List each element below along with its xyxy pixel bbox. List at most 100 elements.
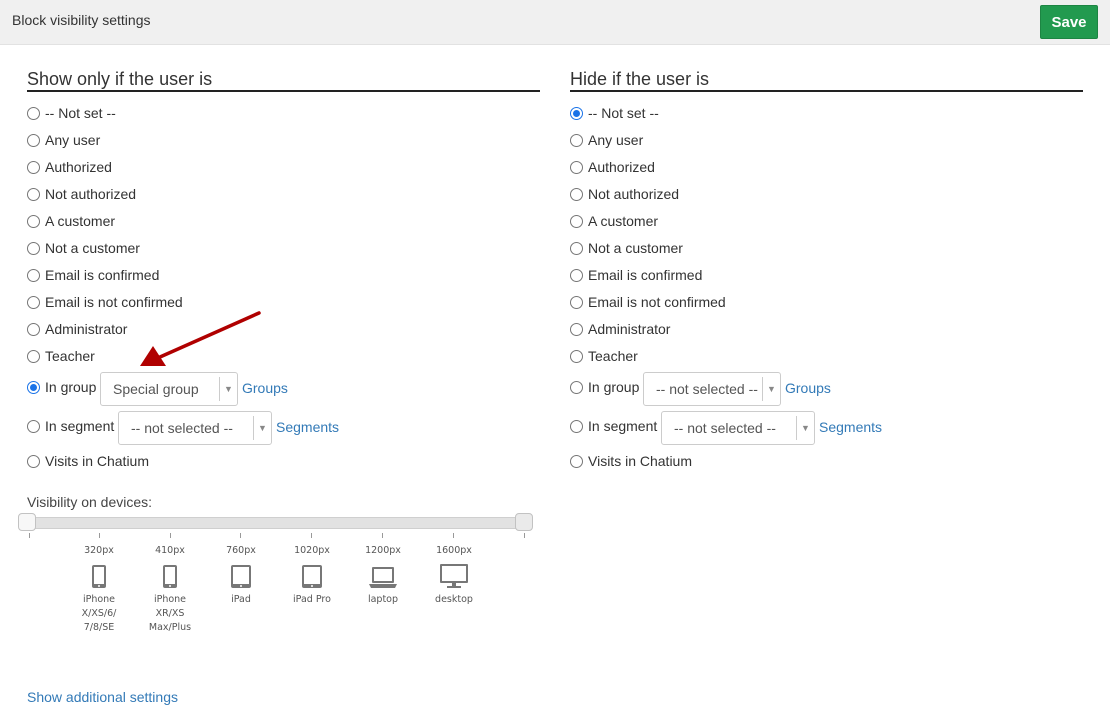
hide-radio-email-is-not-confirmed[interactable] — [570, 295, 583, 309]
device-name-line: iPad — [231, 594, 251, 605]
show-radio-not-a-customer[interactable] — [27, 241, 40, 255]
device-iphone-xr-xs-max-plus: 410px iPhone XR/XS Max/Plus — [135, 545, 205, 635]
hide-radio-in-segment[interactable] — [570, 419, 583, 433]
hide-in-segment-select[interactable]: -- not selected -- ▼ — [661, 411, 815, 445]
hide-radio-any-user[interactable] — [570, 133, 583, 147]
show-radio-email-is-confirmed[interactable] — [27, 268, 40, 282]
hide-option-label: Teacher — [588, 348, 638, 364]
hide-option-in-group[interactable]: In group — [570, 377, 639, 397]
show-option-email-is-confirmed[interactable]: Email is confirmed — [27, 265, 159, 285]
show-radio-a-customer[interactable] — [27, 214, 40, 228]
devices-slider-handle-min[interactable] — [18, 513, 36, 531]
device-name-line: iPhone — [153, 594, 187, 605]
hide-option-email-is-confirmed[interactable]: Email is confirmed — [570, 265, 702, 285]
devices-label: Visibility on devices: — [27, 494, 153, 510]
hide-option-label: Email is not confirmed — [588, 294, 726, 310]
show-option-label: A customer — [45, 213, 116, 229]
hide-in-segment-selected-value: -- not selected -- — [674, 420, 776, 436]
save-button[interactable]: Save — [1040, 5, 1098, 39]
device-iphone-x-xs-6-7-8-se: 320px iPhone X/XS/6/7/8/SE — [64, 545, 134, 635]
show-radio-administrator[interactable] — [27, 322, 40, 336]
slider-tick — [382, 533, 383, 538]
hide-option-email-is-not-confirmed[interactable]: Email is not confirmed — [570, 292, 726, 312]
desktop-icon — [419, 559, 489, 589]
show-radio-not-set[interactable] — [27, 106, 40, 120]
hide-radio-visits-in-chatium[interactable] — [570, 454, 583, 468]
show-option-label: -- Not set -- — [45, 105, 116, 121]
show-option-label: Not a customer — [45, 240, 140, 256]
show-option-in-segment[interactable]: In segment — [27, 416, 114, 436]
show-radio-in-group[interactable] — [27, 380, 40, 394]
hide-option-authorized[interactable]: Authorized — [570, 157, 655, 177]
hide-radio-a-customer[interactable] — [570, 214, 583, 228]
hide-option-not-authorized[interactable]: Not authorized — [570, 184, 679, 204]
show-option-label: Administrator — [45, 321, 128, 337]
show-radio-authorized[interactable] — [27, 160, 40, 174]
show-option-email-is-not-confirmed[interactable]: Email is not confirmed — [27, 292, 183, 312]
slider-tick — [524, 533, 525, 538]
tablet-icon — [206, 559, 276, 589]
show-radio-email-is-not-confirmed[interactable] — [27, 295, 40, 309]
hide-title: Hide if the user is — [570, 69, 1083, 92]
hide-in-group-select[interactable]: -- not selected -- ▼ — [643, 372, 781, 406]
show-option-teacher[interactable]: Teacher — [27, 346, 95, 366]
hide-radio-administrator[interactable] — [570, 322, 583, 336]
show-option-any-user[interactable]: Any user — [27, 130, 100, 150]
devices-slider-handle-max[interactable] — [515, 513, 533, 531]
show-option-in-group[interactable]: In group — [27, 377, 96, 397]
hide-radio-in-group[interactable] — [570, 380, 583, 394]
show-additional-settings-link[interactable]: Show additional settings — [27, 689, 178, 705]
hide-radio-not-a-customer[interactable] — [570, 241, 583, 255]
show-in-group-link[interactable]: Groups — [242, 380, 288, 396]
hide-option-administrator[interactable]: Administrator — [570, 319, 670, 339]
show-only-title: Show only if the user is — [27, 69, 540, 92]
hide-option-not-set[interactable]: -- Not set -- — [570, 103, 659, 123]
show-radio-not-authorized[interactable] — [27, 187, 40, 201]
show-radio-any-user[interactable] — [27, 133, 40, 147]
hide-option-any-user[interactable]: Any user — [570, 130, 643, 150]
hide-option-in-segment[interactable]: In segment — [570, 416, 657, 436]
hide-option-label: -- Not set -- — [588, 105, 659, 121]
show-option-not-set[interactable]: -- Not set -- — [27, 103, 116, 123]
hide-radio-email-is-confirmed[interactable] — [570, 268, 583, 282]
hide-option-label: Not a customer — [588, 240, 683, 256]
show-option-visits-in-chatium[interactable]: Visits in Chatium — [27, 451, 149, 471]
hide-option-teacher[interactable]: Teacher — [570, 346, 638, 366]
device-name-line: iPhone — [82, 594, 116, 605]
show-option-authorized[interactable]: Authorized — [27, 157, 112, 177]
show-option-label: In segment — [45, 418, 115, 434]
hide-option-label: In segment — [588, 418, 658, 434]
hide-option-a-customer[interactable]: A customer — [570, 211, 658, 231]
device-name-line: iPad Pro — [293, 594, 331, 605]
phone-icon — [135, 559, 205, 589]
device-name-line: Max/Plus — [148, 622, 192, 633]
hide-radio-teacher[interactable] — [570, 349, 583, 363]
show-radio-teacher[interactable] — [27, 349, 40, 363]
show-option-not-authorized[interactable]: Not authorized — [27, 184, 136, 204]
hide-radio-not-authorized[interactable] — [570, 187, 583, 201]
show-option-a-customer[interactable]: A customer — [27, 211, 115, 231]
device-ipad-pro: 1020px iPad Pro — [277, 545, 347, 607]
hide-radio-authorized[interactable] — [570, 160, 583, 174]
device-name-line: XR/XS — [155, 608, 185, 619]
show-in-group-selected-value: Special group — [113, 381, 199, 397]
show-radio-visits-in-chatium[interactable] — [27, 454, 40, 468]
hide-in-segment-link[interactable]: Segments — [819, 419, 882, 435]
hide-option-label: In group — [588, 379, 640, 395]
hide-option-not-a-customer[interactable]: Not a customer — [570, 238, 683, 258]
hide-option-label: Visits in Chatium — [588, 453, 693, 469]
show-in-group-select[interactable]: Special group ▼ — [100, 372, 238, 406]
show-option-label: Teacher — [45, 348, 95, 364]
device-laptop: 1200px laptop — [348, 545, 418, 607]
device-name: iPad — [206, 593, 276, 607]
show-in-segment-select[interactable]: -- not selected -- ▼ — [118, 411, 272, 445]
show-option-administrator[interactable]: Administrator — [27, 319, 127, 339]
hide-radio-not-set[interactable] — [570, 106, 583, 120]
devices-slider-track[interactable] — [27, 517, 532, 529]
show-radio-in-segment[interactable] — [27, 419, 40, 433]
hide-in-group-link[interactable]: Groups — [785, 380, 831, 396]
hide-option-visits-in-chatium[interactable]: Visits in Chatium — [570, 451, 692, 471]
show-option-not-a-customer[interactable]: Not a customer — [27, 238, 140, 258]
show-in-segment-link[interactable]: Segments — [276, 419, 339, 435]
device-breakpoint: 1020px — [294, 545, 330, 556]
